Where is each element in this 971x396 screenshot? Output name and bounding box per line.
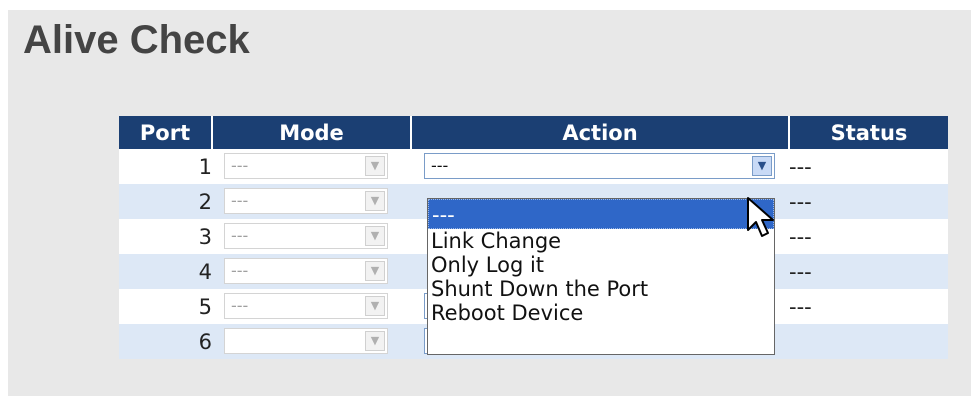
mode-select[interactable]: --- ▼ bbox=[224, 223, 388, 249]
table-row: 1 --- ▼ --- ▼ --- bbox=[119, 149, 948, 184]
action-select[interactable]: --- ▼ bbox=[424, 153, 775, 179]
action-cell: --- ▼ bbox=[411, 149, 789, 184]
mode-select-value: --- bbox=[231, 191, 249, 210]
chevron-down-icon: ▼ bbox=[365, 226, 385, 246]
mouse-pointer-icon bbox=[747, 197, 774, 237]
dropdown-option-none[interactable]: --- bbox=[428, 199, 774, 229]
status-value bbox=[789, 324, 948, 359]
port-number: 1 bbox=[119, 149, 212, 184]
action-select-value: --- bbox=[431, 156, 449, 175]
mode-select[interactable]: --- ▼ bbox=[224, 293, 388, 319]
mode-cell: --- ▼ bbox=[212, 184, 411, 219]
dropdown-option-shunt-down-port[interactable]: Shunt Down the Port bbox=[428, 277, 774, 301]
mode-select[interactable]: --- ▼ bbox=[224, 258, 388, 284]
mode-select-value: --- bbox=[231, 261, 249, 280]
dropdown-option-reboot-device[interactable]: Reboot Device bbox=[428, 301, 774, 325]
mode-select-value: --- bbox=[231, 296, 249, 315]
chevron-down-icon: ▼ bbox=[365, 261, 385, 281]
mode-cell: --- ▼ bbox=[212, 149, 411, 184]
status-value: --- bbox=[789, 219, 948, 254]
port-number: 6 bbox=[119, 324, 212, 359]
port-number: 4 bbox=[119, 254, 212, 289]
page-title: Alive Check bbox=[23, 18, 250, 62]
action-dropdown-list: --- Link Change Only Log it Shunt Down t… bbox=[427, 198, 775, 355]
mode-select[interactable]: --- ▼ bbox=[224, 188, 388, 214]
port-number: 2 bbox=[119, 184, 212, 219]
mode-cell: ▼ bbox=[212, 324, 411, 359]
port-number: 5 bbox=[119, 289, 212, 324]
mode-select-value: --- bbox=[231, 226, 249, 245]
chevron-down-icon: ▼ bbox=[365, 156, 385, 176]
status-value: --- bbox=[789, 149, 948, 184]
dropdown-option-link-change[interactable]: Link Change bbox=[428, 229, 774, 253]
column-header-action: Action bbox=[411, 116, 790, 149]
table-header-row: Port Mode Action Status bbox=[119, 116, 948, 149]
dropdown-option-only-log-it[interactable]: Only Log it bbox=[428, 253, 774, 277]
mode-select[interactable]: --- ▼ bbox=[224, 153, 388, 179]
chevron-down-icon: ▼ bbox=[365, 296, 385, 316]
mode-cell: --- ▼ bbox=[212, 289, 411, 324]
column-header-mode: Mode bbox=[212, 116, 412, 149]
column-header-port: Port bbox=[119, 116, 213, 149]
status-value: --- bbox=[789, 254, 948, 289]
column-header-status: Status bbox=[789, 116, 948, 149]
mode-select[interactable]: ▼ bbox=[224, 328, 388, 354]
mode-select-value: --- bbox=[231, 156, 249, 175]
port-number: 3 bbox=[119, 219, 212, 254]
chevron-down-icon: ▼ bbox=[365, 331, 385, 351]
status-value: --- bbox=[789, 184, 948, 219]
mode-cell: --- ▼ bbox=[212, 254, 411, 289]
status-value: --- bbox=[789, 289, 948, 324]
mode-cell: --- ▼ bbox=[212, 219, 411, 254]
chevron-down-icon[interactable]: ▼ bbox=[752, 156, 772, 176]
chevron-down-icon: ▼ bbox=[365, 191, 385, 211]
